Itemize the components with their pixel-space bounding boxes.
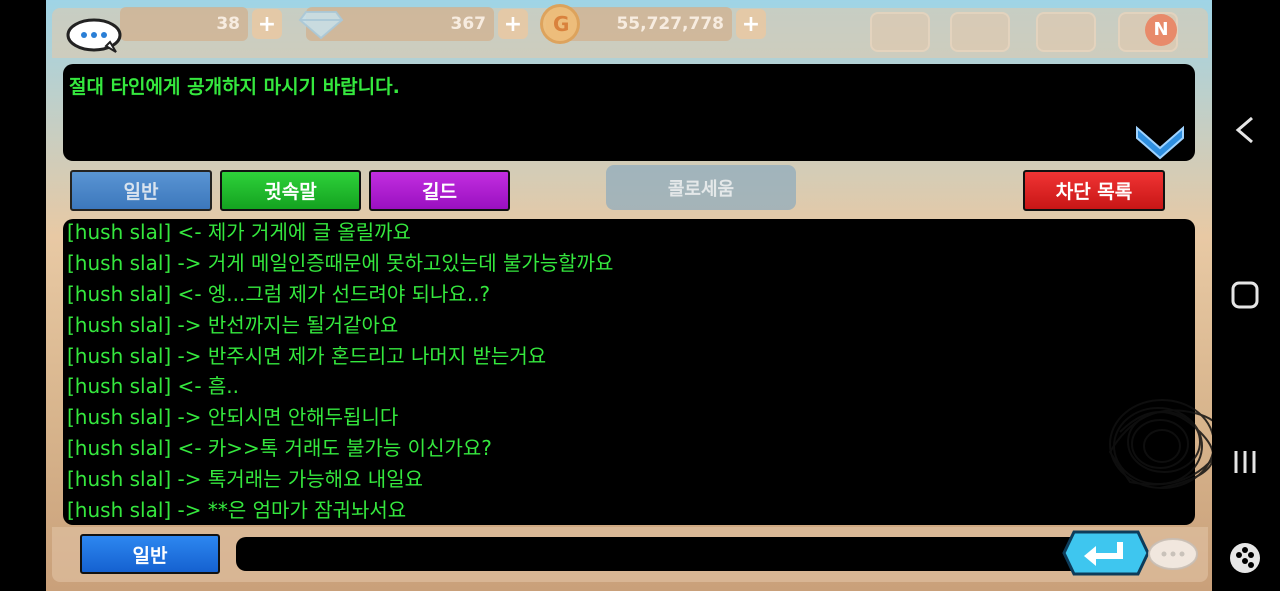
- colosseum-sign: 콜로세움: [606, 165, 796, 210]
- add-gold-button[interactable]: +: [736, 9, 766, 39]
- chat-message: [hush slal] -> 반주시면 제가 혼드리고 나머지 받는거요: [67, 343, 547, 368]
- gold-coin-icon: [540, 4, 580, 44]
- chat-message: [hush slal] <- 카>>톡 거래도 불가능 이신가요?: [67, 436, 492, 461]
- tab-guild[interactable]: 길드: [369, 170, 510, 211]
- tab-whisper[interactable]: 귓속말: [220, 170, 361, 211]
- redaction-scribble: [1108, 399, 1220, 489]
- gold-resource: 55,727,778 +: [540, 4, 766, 44]
- system-notice-panel: 절대 타인에게 공개하지 마시기 바랍니다.: [63, 64, 1195, 161]
- house-icon[interactable]: [950, 12, 1010, 52]
- chat-message: [hush slal] <- 제가 거게에 글 올릴까요: [67, 220, 411, 244]
- chat-message: [hush slal] -> 안되시면 안해두됩니다: [67, 405, 399, 430]
- chat-mode-button[interactable]: 일반: [80, 534, 220, 574]
- chat-message: [hush slal] -> 거게 메일인증때문에 못하고있는데 불가능할까요: [67, 250, 614, 275]
- gem-resource: 367 +: [298, 4, 528, 44]
- block-list-button[interactable]: 차단 목록: [1023, 170, 1165, 211]
- stamina-value: 38: [120, 7, 248, 41]
- system-notice-text: 절대 타인에게 공개하지 마시기 바랍니다.: [69, 76, 400, 98]
- add-stamina-button[interactable]: +: [252, 9, 282, 39]
- gamepad-icon[interactable]: [1228, 541, 1262, 575]
- chevron-down-icon[interactable]: [1135, 124, 1185, 160]
- heart-badge-icon[interactable]: [1036, 12, 1096, 52]
- gem-icon: [298, 11, 344, 40]
- chat-log[interactable]: [hush slal] <- 제가 거게에 글 올릴까요 [hush slal]…: [63, 219, 1195, 525]
- back-icon[interactable]: [1232, 114, 1258, 146]
- speech-bubble-icon[interactable]: [1146, 536, 1200, 574]
- enter-arrow-icon[interactable]: [1062, 530, 1150, 576]
- recent-apps-icon[interactable]: [1230, 448, 1260, 476]
- chat-bubble-icon[interactable]: [66, 18, 122, 54]
- chat-message: [hush slal] -> 반선까지는 될거같아요: [67, 312, 399, 337]
- chat-input[interactable]: [236, 537, 1096, 571]
- add-gems-button[interactable]: +: [498, 9, 528, 39]
- colosseum-sign-label: 콜로세움: [667, 179, 735, 200]
- home-icon[interactable]: [1230, 280, 1260, 310]
- stamina-resource: 38 +: [120, 4, 282, 44]
- chat-message: [hush slal] -> **은 엄마가 잠궈놔서요: [67, 498, 407, 523]
- chat-message: [hush slal] <- 흠..: [67, 374, 240, 399]
- mail-icon[interactable]: [870, 12, 930, 52]
- tab-general[interactable]: 일반: [70, 170, 212, 211]
- notification-badge: N: [1145, 14, 1177, 46]
- left-letterbox: [0, 0, 46, 591]
- chat-message: [hush slal] <- 엥...그럼 제가 선드려야 되나요..?: [67, 281, 491, 306]
- chat-message: [hush slal] -> 톡거래는 가능해요 내일요: [67, 467, 424, 492]
